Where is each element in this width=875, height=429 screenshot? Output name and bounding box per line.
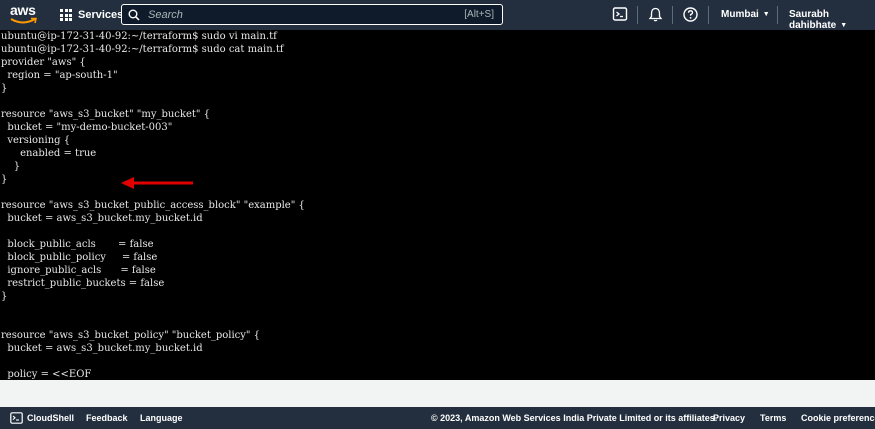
terminal-output[interactable]: ubuntu@ip-172-31-40-92:~/terraform$ sudo…: [0, 30, 875, 380]
footer-terms-link[interactable]: Terms: [760, 413, 786, 423]
services-menu-button[interactable]: Services: [60, 6, 123, 24]
footer-cookie-preferences-link[interactable]: Cookie preferences: [801, 413, 875, 423]
search-shortcut-hint: [Alt+S]: [464, 9, 494, 20]
terminal-line: ubuntu@ip-172-31-40-92:~/terraform$ sudo…: [1, 31, 277, 42]
annotation-arrow-icon: [121, 177, 193, 189]
terminal-line: restrict_public_buckets = false: [1, 278, 165, 289]
terminal-line: bucket = aws_s3_bucket.my_bucket.id: [1, 343, 203, 354]
top-navigation-bar: aws Services Search [Alt+S] Mumbai ▼ Sau…: [0, 0, 875, 31]
region-selector[interactable]: Mumbai ▼: [721, 9, 770, 20]
footer-bar: CloudShell Feedback Language © 2023, Ama…: [0, 407, 875, 429]
terminal-line: policy = <<EOF: [1, 369, 92, 380]
terminal-line: block_public_acls = false: [1, 239, 154, 250]
search-icon: [128, 9, 140, 21]
footer-privacy-link[interactable]: Privacy: [713, 413, 745, 423]
account-menu[interactable]: Saurabh dahibhate ▼: [789, 9, 875, 31]
nav-divider: [637, 6, 638, 24]
terminal-line: }: [1, 161, 21, 172]
terminal-lines: ubuntu@ip-172-31-40-92:~/terraform$ sudo…: [0, 30, 875, 380]
footer-feedback-link[interactable]: Feedback: [86, 413, 128, 423]
terminal-line: enabled = true: [1, 148, 97, 159]
nav-divider: [672, 6, 673, 24]
region-label: Mumbai: [721, 9, 759, 20]
panel-separator: [0, 380, 875, 407]
services-grid-icon: [60, 9, 72, 21]
terminal-line: ubuntu@ip-172-31-40-92:~/terraform$ sudo…: [1, 44, 284, 55]
terminal-line: bucket = "my-demo-bucket-003": [1, 122, 173, 133]
cloudshell-icon[interactable]: [612, 6, 629, 23]
footer-copyright: © 2023, Amazon Web Services India Privat…: [431, 413, 718, 423]
terminal-line: resource "aws_s3_bucket" "my_bucket" {: [1, 109, 211, 120]
caret-down-icon: ▼: [840, 22, 848, 29]
terminal-line: }: [1, 83, 8, 94]
footer-language-link[interactable]: Language: [140, 413, 183, 423]
terminal-line: versioning {: [1, 135, 71, 146]
terminal-line: }: [1, 291, 8, 302]
nav-divider: [777, 6, 778, 24]
services-label: Services: [78, 9, 124, 21]
aws-logo-text: aws: [10, 2, 36, 18]
terminal-line: resource "aws_s3_bucket_policy" "bucket_…: [1, 330, 261, 341]
bell-icon[interactable]: [647, 6, 664, 23]
terminal-line: bucket = aws_s3_bucket.my_bucket.id: [1, 213, 203, 224]
cloudshell-icon[interactable]: [10, 412, 23, 424]
terminal-line: resource "aws_s3_bucket_public_access_bl…: [1, 200, 305, 211]
terminal-line: ignore_public_acls = false: [1, 265, 156, 276]
terminal-line: provider "aws" {: [1, 57, 86, 68]
help-icon[interactable]: [682, 6, 699, 23]
terminal-line: region = "ap-south-1": [1, 70, 118, 81]
nav-divider: [708, 6, 709, 24]
footer-cloudshell-link[interactable]: CloudShell: [27, 413, 74, 423]
aws-smile-icon: [10, 17, 37, 24]
caret-down-icon: ▼: [762, 11, 770, 18]
search-input[interactable]: Search [Alt+S]: [121, 4, 503, 25]
account-name: Saurabh dahibhate: [789, 9, 837, 31]
terminal-line: block_public_policy = false: [1, 252, 158, 263]
search-placeholder: Search: [148, 8, 183, 21]
aws-logo[interactable]: aws: [10, 3, 40, 27]
